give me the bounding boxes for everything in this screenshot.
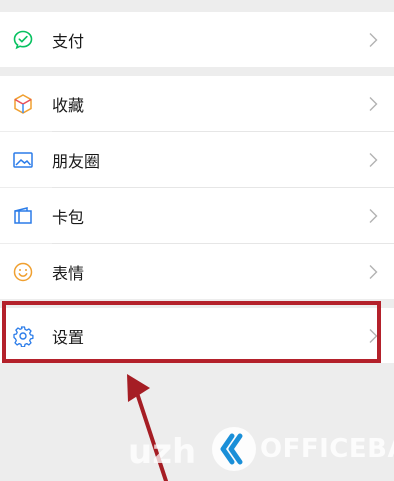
chevron-right-icon <box>369 32 378 47</box>
chevron-right-icon <box>369 96 378 111</box>
menu-item-favorites-label: 收藏 <box>52 95 85 115</box>
watermark-left-text: uzh <box>128 432 197 472</box>
menu-item-stickers[interactable]: 表情 <box>0 244 394 299</box>
watermark: uzh OFFICEBA <box>118 420 394 480</box>
menu-item-moments-label: 朋友圈 <box>52 151 101 171</box>
menu-item-cards[interactable]: 卡包 <box>0 188 394 243</box>
watermark-logo-icon <box>212 427 256 471</box>
chevron-right-icon <box>369 328 378 343</box>
menu-item-settings-label: 设置 <box>52 327 85 347</box>
menu-item-settings[interactable]: 设置 <box>0 308 394 363</box>
menu-item-pay[interactable]: 支付 <box>0 12 394 67</box>
chevron-right-icon <box>369 264 378 279</box>
gear-icon <box>13 325 34 347</box>
card-wallet-icon <box>14 206 32 224</box>
chevron-right-icon <box>369 208 378 223</box>
menu-item-pay-label: 支付 <box>52 31 85 51</box>
menu-item-moments[interactable]: 朋友圈 <box>0 132 394 187</box>
moments-photo-icon <box>13 151 33 168</box>
pay-icon <box>13 30 33 49</box>
watermark-right-text: OFFICEBA <box>260 434 394 464</box>
menu-item-stickers-label: 表情 <box>52 263 85 283</box>
favorites-cube-icon <box>14 93 32 114</box>
menu-item-favorites[interactable]: 收藏 <box>0 76 394 131</box>
menu-item-cards-label: 卡包 <box>52 207 85 227</box>
chevron-right-icon <box>369 152 378 167</box>
smiley-icon <box>13 262 33 281</box>
